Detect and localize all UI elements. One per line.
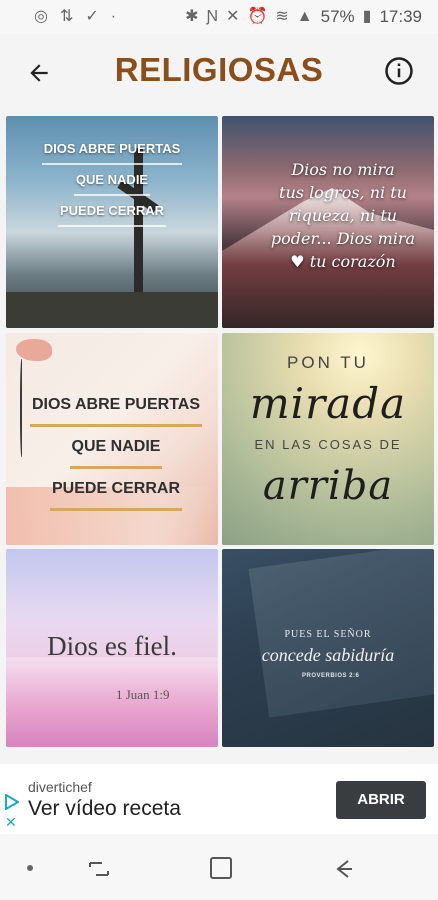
tile-quote-line: mirada bbox=[249, 379, 407, 428]
tile-quote-line: arriba bbox=[262, 463, 394, 509]
recent-apps-icon[interactable] bbox=[88, 859, 110, 879]
home-icon[interactable] bbox=[210, 857, 232, 879]
tile-quote-line: PON TU bbox=[287, 353, 369, 372]
check-icon: ✓ bbox=[85, 8, 99, 25]
image-tile[interactable]: DIOS ABRE PUERTAS QUE NADIE PUEDE CERRAR bbox=[6, 116, 218, 328]
image-tile[interactable]: DIOS ABRE PUERTAS QUE NADIE PUEDE CERRAR bbox=[6, 333, 218, 545]
gps-icon: ◎ bbox=[34, 8, 48, 25]
tile-quote-line: EN LAS COSAS DE bbox=[254, 437, 402, 452]
status-bar: ◎ ⇅ ✓ · ✱ Ɲ ✕ ⏰ ≋ ▲ 57% ▮ 17:39 bbox=[0, 0, 438, 34]
status-time: 17:39 bbox=[379, 7, 422, 26]
tile-reference: PROVERBIOS 2:6 bbox=[302, 673, 360, 679]
image-tile[interactable]: PUES EL SEÑOR concede sabiduría PROVERBI… bbox=[222, 549, 434, 747]
image-grid: DIOS ABRE PUERTAS QUE NADIE PUEDE CERRAR… bbox=[0, 112, 438, 747]
app-bar: RELIGIOSAS bbox=[0, 34, 438, 112]
system-navbar bbox=[0, 834, 438, 900]
nfc-icon: Ɲ bbox=[206, 8, 219, 25]
sea-shape bbox=[6, 657, 218, 747]
tile-quote-line: concede sabiduría bbox=[261, 645, 395, 665]
image-tile[interactable]: Dios no mira tus logros, ni tu riqueza, … bbox=[222, 116, 434, 328]
info-button[interactable] bbox=[384, 56, 418, 90]
mute-icon: ✕ bbox=[226, 8, 240, 25]
status-right-icons: ✱ Ɲ ✕ ⏰ ≋ ▲ 57% ▮ 17:39 bbox=[185, 7, 422, 27]
tile-reference: 1 Juan 1:9 bbox=[116, 687, 170, 702]
ad-open-button[interactable]: ABRIR bbox=[336, 781, 426, 819]
page-title: RELIGIOSAS bbox=[114, 51, 324, 88]
flower-shape bbox=[16, 339, 52, 361]
system-back-icon[interactable] bbox=[330, 857, 354, 881]
tile-quote-line: PUES EL SEÑOR bbox=[284, 629, 372, 640]
ad-close-icon[interactable]: ✕ bbox=[5, 814, 17, 831]
battery-percentage: 57% bbox=[320, 7, 355, 26]
ad-title[interactable]: Ver vídeo receta bbox=[28, 797, 181, 821]
signal-icon: ▲ bbox=[296, 8, 313, 25]
status-left-icons: ◎ ⇅ ✓ · bbox=[34, 9, 116, 25]
sync-icon: ⇅ bbox=[59, 8, 74, 25]
info-icon bbox=[385, 57, 413, 85]
battery-icon: ▮ bbox=[362, 8, 372, 25]
ad-play-icon[interactable] bbox=[5, 794, 19, 810]
image-tile[interactable]: PON TU mirada EN LAS COSAS DE arriba bbox=[222, 333, 434, 545]
tile-quote: DIOS ABRE PUERTAS QUE NADIE PUEDE CERRAR bbox=[6, 134, 218, 227]
tile-quote-line: Dios es fiel. bbox=[47, 631, 177, 661]
nav-dot-icon[interactable] bbox=[27, 865, 33, 871]
tile-quote: DIOS ABRE PUERTAS QUE NADIE PUEDE CERRAR bbox=[20, 385, 212, 511]
image-tile[interactable]: Dios es fiel. 1 Juan 1:9 bbox=[6, 549, 218, 747]
dot-icon: · bbox=[110, 8, 117, 25]
tile-quote: Dios no mira tus logros, ni tu riqueza, … bbox=[270, 160, 416, 271]
bluetooth-icon: ✱ bbox=[185, 8, 199, 25]
rock-shape bbox=[6, 292, 218, 328]
wifi-icon: ≋ bbox=[275, 8, 289, 25]
ad-brand: divertichef bbox=[28, 779, 92, 795]
alarm-icon: ⏰ bbox=[247, 8, 268, 25]
